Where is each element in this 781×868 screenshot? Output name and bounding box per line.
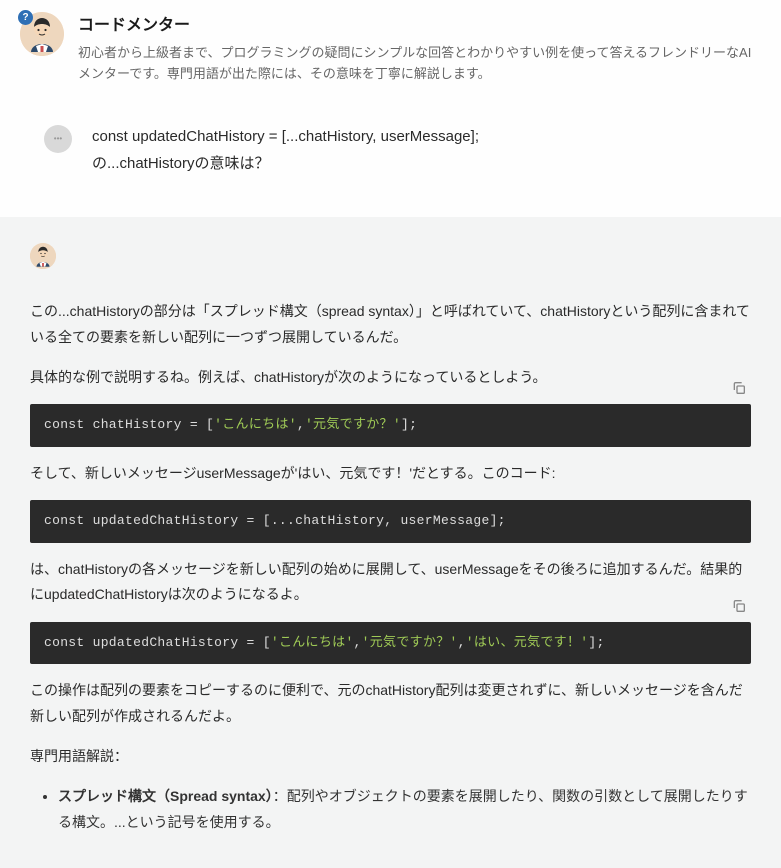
- copy-button[interactable]: [731, 380, 749, 398]
- code-text: ,: [297, 417, 305, 432]
- question-badge: ?: [18, 10, 33, 25]
- assistant-avatar: [30, 243, 56, 269]
- code-text: const updatedChatHistory = [: [44, 635, 271, 650]
- code-block-3: const updatedChatHistory = ['こんにちは','元気で…: [30, 622, 751, 664]
- term-item: スプレッド構文（Spread syntax）：配列やオブジェクトの要素を展開した…: [58, 784, 751, 836]
- code-string: 'こんにちは': [271, 635, 354, 650]
- avatar-icon: [30, 243, 56, 269]
- paragraph-3: そして、新しいメッセージuserMessageが'はい、元気です！'だとする。こ…: [30, 461, 751, 487]
- bot-name: コードメンター: [78, 12, 761, 39]
- copy-button[interactable]: [731, 598, 749, 616]
- paragraph-5: この操作は配列の要素をコピーするのに便利で、元のchatHistory配列は変更…: [30, 678, 751, 730]
- conversation-header: ? コードメンター 初心者から上級者まで、プログラミングの疑問にシンプルな回答と…: [0, 0, 781, 105]
- code-block-2-wrap: const updatedChatHistory = [...chatHisto…: [30, 500, 751, 542]
- paragraph-1: この...chatHistoryの部分は「スプレッド構文（spread synt…: [30, 299, 751, 351]
- term-label: スプレッド構文（Spread syntax）: [58, 788, 273, 804]
- user-message-text: const updatedChatHistory = [...chatHisto…: [92, 123, 761, 177]
- code-text: ,: [458, 635, 466, 650]
- user-line-2: の...chatHistoryの意味は？: [92, 155, 270, 172]
- code-string: 'はい、元気です！': [466, 635, 589, 650]
- bot-avatar-wrap: ?: [20, 12, 64, 56]
- terms-heading: 専門用語解説：: [30, 744, 751, 770]
- bot-description: 初心者から上級者まで、プログラミングの疑問にシンプルな回答とわかりやすい例を使っ…: [78, 43, 761, 85]
- user-message: ••• const updatedChatHistory = [...chatH…: [0, 105, 781, 217]
- code-block-2: const updatedChatHistory = [...chatHisto…: [30, 500, 751, 542]
- copy-icon: [731, 598, 747, 614]
- code-string: '元気ですか？': [305, 417, 401, 432]
- code-string: '元気ですか？': [362, 635, 458, 650]
- header-text: コードメンター 初心者から上級者まで、プログラミングの疑問にシンプルな回答とわか…: [78, 12, 761, 85]
- code-block-1: const chatHistory = ['こんにちは','元気ですか？'];: [30, 404, 751, 446]
- terms-list: スプレッド構文（Spread syntax）：配列やオブジェクトの要素を展開した…: [30, 784, 751, 836]
- code-text: ];: [588, 635, 604, 650]
- copy-icon: [731, 380, 747, 396]
- code-block-1-wrap: const chatHistory = ['こんにちは','元気ですか？'];: [30, 404, 751, 446]
- code-text: ,: [354, 635, 362, 650]
- paragraph-2: 具体的な例で説明するね。例えば、chatHistoryが次のようになっているとし…: [30, 365, 751, 391]
- user-avatar: •••: [44, 125, 72, 153]
- code-text: const chatHistory = [: [44, 417, 214, 432]
- code-text: ];: [401, 417, 417, 432]
- assistant-header: [30, 243, 751, 269]
- code-text: const updatedChatHistory = [...chatHisto…: [44, 513, 506, 528]
- user-line-1: const updatedChatHistory = [...chatHisto…: [92, 128, 479, 145]
- paragraph-4: は、chatHistoryの各メッセージを新しい配列の始めに展開して、userM…: [30, 557, 751, 609]
- assistant-message: この...chatHistoryの部分は「スプレッド構文（spread synt…: [0, 217, 781, 868]
- code-string: 'こんにちは': [214, 417, 297, 432]
- code-block-3-wrap: const updatedChatHistory = ['こんにちは','元気で…: [30, 622, 751, 664]
